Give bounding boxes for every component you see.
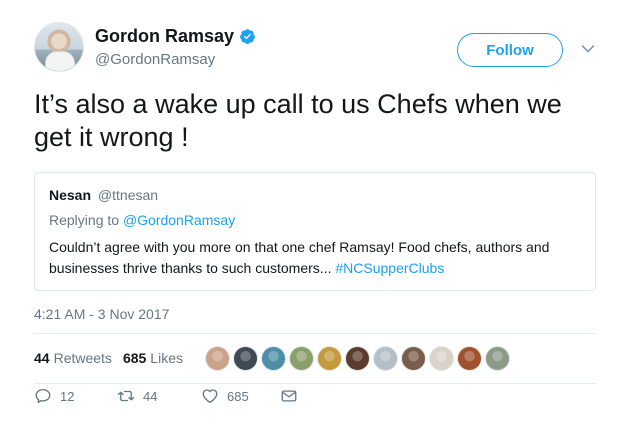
tweet-text: It’s also a wake up call to us Chefs whe… [34, 89, 562, 152]
tweet-timestamp[interactable]: 4:21 AM - 3 Nov 2017 [34, 306, 169, 322]
quoted-tweet[interactable]: Nesan @ttnesan Replying to @GordonRamsay… [34, 172, 596, 291]
divider [34, 383, 596, 384]
liker-avatar[interactable] [485, 346, 510, 371]
chevron-down-icon[interactable] [581, 44, 595, 54]
verified-badge-icon [240, 29, 255, 44]
reply-icon [35, 388, 51, 404]
hashtag-link[interactable]: #NCSupperClubs [335, 260, 444, 276]
liker-avatar[interactable] [289, 346, 314, 371]
like-button[interactable]: 685 [201, 387, 249, 405]
liker-avatar[interactable] [205, 346, 230, 371]
replying-prefix: Replying to [49, 212, 120, 228]
liker-avatar[interactable] [373, 346, 398, 371]
divider [34, 333, 596, 334]
author-avatar[interactable] [34, 22, 84, 72]
liker-avatars [205, 346, 510, 371]
direct-message-button[interactable] [280, 387, 298, 405]
quoted-author-name: Nesan [49, 187, 92, 203]
quoted-body: Couldn’t agree with you more on that one… [49, 237, 579, 279]
like-count: 685 [227, 388, 249, 404]
heart-icon [202, 389, 218, 404]
likes-label: Likes [150, 350, 183, 366]
likes-count: 685 [122, 350, 147, 366]
quoted-replying-to: Replying to @GordonRamsay [49, 212, 235, 228]
liker-avatar[interactable] [429, 346, 454, 371]
reply-count: 12 [60, 388, 75, 404]
liker-avatar[interactable] [457, 346, 482, 371]
author-name[interactable]: Gordon Ramsay [95, 26, 234, 47]
tweet-stats: 44 Retweets 685 Likes [34, 350, 183, 366]
retweet-count: 44 [143, 388, 158, 404]
retweets-label: Retweets [53, 350, 112, 366]
author-name-row[interactable]: Gordon Ramsay [95, 26, 256, 47]
replying-to-link[interactable]: @GordonRamsay [123, 212, 235, 228]
retweets-count: 44 [34, 350, 50, 366]
quoted-body-text: Couldn’t agree with you more on that one… [49, 239, 550, 276]
liker-avatar[interactable] [401, 346, 426, 371]
liker-avatar[interactable] [261, 346, 286, 371]
retweets-stat[interactable]: 44 Retweets [34, 350, 112, 366]
follow-button[interactable]: Follow [457, 33, 563, 67]
retweet-icon [117, 390, 135, 402]
envelope-icon [281, 390, 297, 402]
quoted-header: Nesan @ttnesan [49, 187, 158, 203]
author-handle[interactable]: @GordonRamsay [95, 51, 215, 68]
liker-avatar[interactable] [317, 346, 342, 371]
reply-button[interactable]: 12 [34, 387, 74, 405]
likes-stat[interactable]: 685 Likes [123, 350, 183, 366]
retweet-button[interactable]: 44 [117, 387, 157, 405]
liker-avatar[interactable] [233, 346, 258, 371]
liker-avatar[interactable] [345, 346, 370, 371]
quoted-author-handle: @ttnesan [97, 187, 159, 203]
